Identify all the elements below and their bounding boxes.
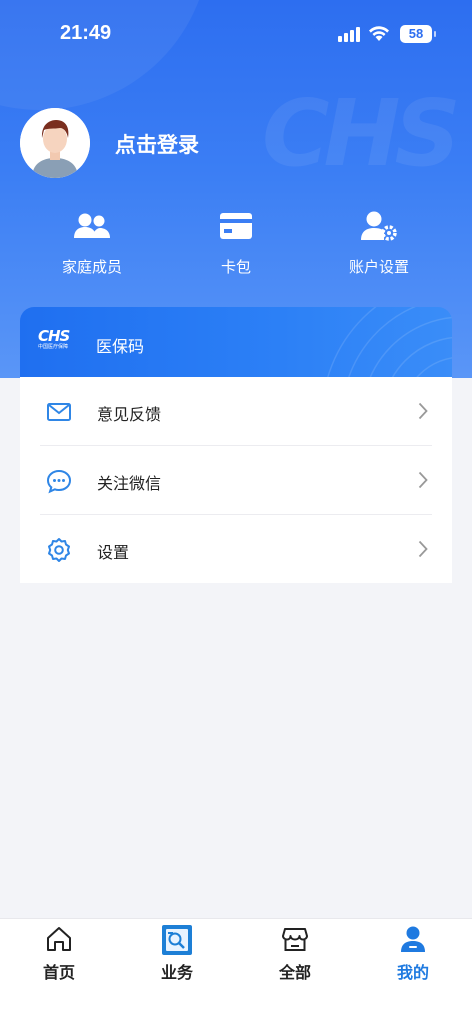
wifi-icon — [369, 26, 389, 41]
home-icon — [47, 927, 71, 951]
tab-mine[interactable]: 我的 — [354, 919, 472, 989]
family-members-button[interactable]: 家庭成员 — [37, 208, 147, 277]
menu-item-feedback[interactable]: 意见反馈 — [20, 377, 452, 446]
menu-item-label: 设置 — [97, 543, 130, 562]
store-icon — [282, 928, 308, 951]
settings-menu: 意见反馈 关注微信 设置 — [20, 377, 452, 583]
chs-logo-subtext: 中国医疗保障 — [38, 344, 69, 350]
bottom-tab-bar: 首页 业务 全部 我的 — [0, 918, 472, 1024]
battery-indicator: 58 — [400, 25, 436, 43]
menu-item-follow-wechat[interactable]: 关注微信 — [20, 446, 452, 515]
tab-home[interactable]: 首页 — [0, 919, 118, 989]
decorative-arcs — [326, 307, 452, 379]
chevron-right-icon — [418, 540, 428, 558]
tab-business[interactable]: 业务 — [118, 919, 236, 989]
tab-label: 首页 — [42, 963, 75, 982]
status-time: 21:49 — [60, 22, 112, 44]
family-members-icon — [74, 213, 110, 238]
menu-item-settings[interactable]: 设置 — [20, 515, 452, 584]
gear-icon — [48, 538, 70, 562]
medical-code-card[interactable]: CHS 中国医疗保障 医保码 — [20, 307, 452, 379]
chs-watermark: CHS — [262, 80, 461, 187]
cellular-signal-icon — [338, 26, 360, 42]
account-settings-button[interactable]: 账户设置 — [324, 208, 434, 277]
chevron-right-icon — [418, 471, 428, 489]
tab-label: 全部 — [278, 963, 311, 982]
login-prompt[interactable]: 点击登录 — [115, 129, 199, 159]
menu-item-label: 关注微信 — [97, 474, 162, 493]
chs-logo-text: CHS — [38, 327, 70, 345]
family-members-label: 家庭成员 — [61, 258, 122, 276]
card-wallet-icon — [220, 213, 252, 239]
tab-label: 业务 — [160, 963, 193, 982]
account-settings-label: 账户设置 — [348, 258, 409, 276]
tab-label: 我的 — [396, 963, 429, 982]
card-wallet-label: 卡包 — [220, 258, 251, 276]
card-wallet-button[interactable]: 卡包 — [181, 208, 291, 277]
medical-code-label: 医保码 — [96, 337, 145, 356]
envelope-icon — [47, 403, 71, 421]
status-bar: 21:49 58 — [0, 0, 472, 70]
avatar[interactable] — [20, 108, 90, 178]
chs-logo: CHS 中国医疗保障 — [38, 329, 78, 351]
menu-item-label: 意见反馈 — [97, 405, 162, 424]
chat-bubble-icon — [46, 469, 72, 494]
user-icon — [401, 926, 425, 952]
chevron-right-icon — [418, 402, 428, 420]
account-settings-icon — [361, 211, 397, 241]
tab-all[interactable]: 全部 — [236, 919, 354, 989]
business-icon — [162, 925, 192, 955]
